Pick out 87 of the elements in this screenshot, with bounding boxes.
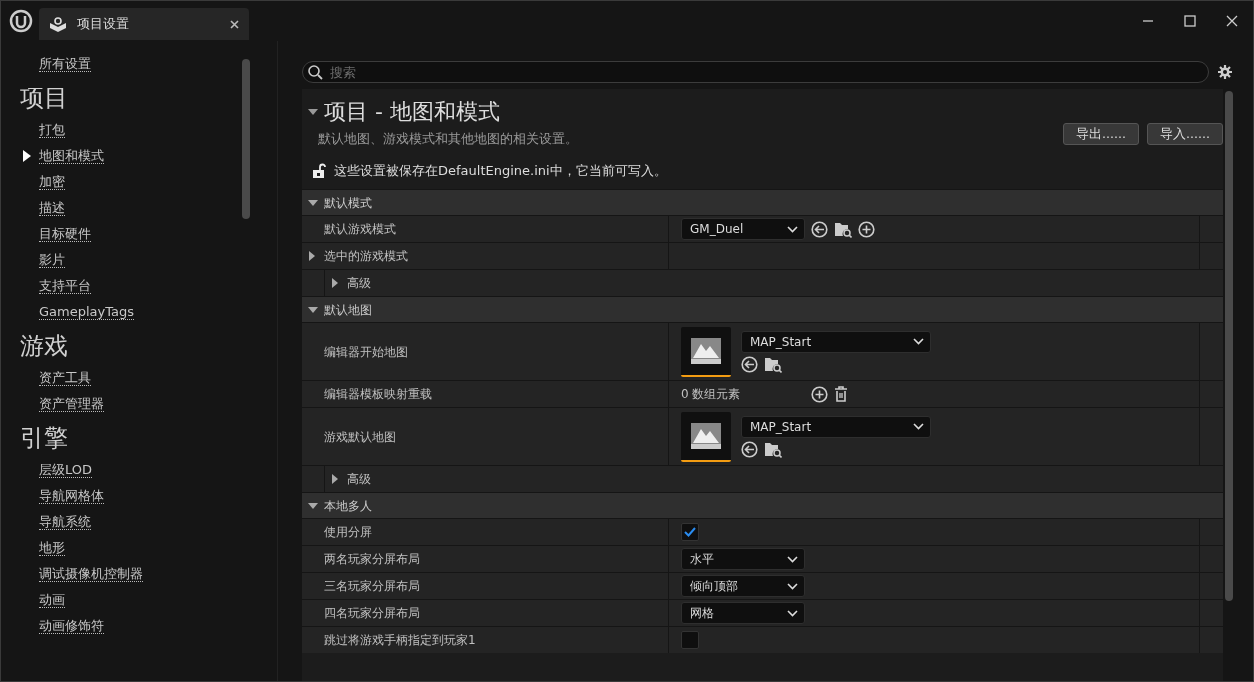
sidebar-link[interactable]: 支持平台: [39, 278, 91, 294]
checkmark-icon: [684, 527, 696, 537]
expand-arrow-icon[interactable]: [308, 198, 318, 207]
expand-arrow-icon[interactable]: [308, 305, 318, 314]
expand-arrow-icon[interactable]: [331, 474, 339, 484]
mountain-icon: [691, 337, 721, 364]
section-title: 默认地图: [324, 301, 372, 319]
sidebar-link[interactable]: 资产管理器: [39, 396, 104, 412]
property-label: 两名玩家分屏布局: [324, 551, 420, 568]
page-title: 项目 - 地图和模式: [324, 98, 500, 126]
scrollbar-thumb[interactable]: [242, 59, 250, 219]
settings-tab[interactable]: 项目设置: [39, 8, 249, 40]
section-header[interactable]: 本地多人: [302, 492, 1223, 518]
array-count: 0 数组元素: [681, 386, 742, 403]
section-title: 默认模式: [324, 194, 372, 212]
tab-title: 项目设置: [77, 15, 130, 34]
expand-arrow-icon[interactable]: [308, 251, 316, 261]
sidebar-link[interactable]: GameplayTags: [39, 304, 134, 320]
sidebar-link[interactable]: 加密: [39, 174, 65, 190]
checkbox[interactable]: [681, 523, 699, 541]
category-heading: 引擎: [19, 423, 69, 454]
expand-arrow-icon[interactable]: [331, 278, 339, 288]
category-heading: 游戏: [19, 331, 69, 362]
sidebar-link[interactable]: 地图和模式: [39, 148, 104, 164]
property-label: 游戏默认地图: [324, 428, 396, 446]
sidebar-link[interactable]: 动画修饰符: [39, 618, 104, 634]
sidebar-link[interactable]: 层级LOD: [39, 462, 93, 478]
property-label: 编辑器模板映射重载: [324, 386, 432, 403]
browse-folder-icon[interactable]: [764, 440, 782, 458]
maximize-icon: [1184, 15, 1196, 27]
property-label: 默认游戏模式: [324, 221, 396, 238]
class-dropdown[interactable]: GM_Duel: [681, 218, 805, 240]
close-icon[interactable]: [230, 19, 239, 29]
dropdown[interactable]: 水平: [681, 548, 805, 570]
dropdown[interactable]: 网格: [681, 602, 805, 624]
scrollbar-thumb[interactable]: [1225, 91, 1233, 601]
property-label: 编辑器开始地图: [324, 343, 408, 361]
mountain-icon: [691, 422, 721, 449]
add-icon[interactable]: [858, 220, 875, 238]
category-heading: 项目: [19, 83, 69, 114]
page-description: 默认地图、游戏模式和其他地图的相关设置。: [318, 130, 578, 148]
property-label: 选中的游戏模式: [324, 248, 408, 265]
browse-folder-icon[interactable]: [834, 220, 852, 238]
add-icon[interactable]: [811, 385, 828, 403]
caret-icon: [787, 582, 798, 590]
browse-folder-icon[interactable]: [764, 355, 782, 373]
logo-icon: [9, 9, 33, 33]
sidebar-link[interactable]: 描述: [39, 200, 65, 216]
caret-icon: [913, 423, 924, 430]
unlocked-padlock-icon: [312, 162, 326, 179]
sidebar-link[interactable]: 地形: [39, 540, 65, 556]
property-label: 四名玩家分屏布局: [324, 605, 420, 622]
caret-icon: [787, 609, 798, 617]
sidebar-link[interactable]: 所有设置: [39, 56, 91, 72]
expand-arrow-icon[interactable]: [308, 501, 318, 510]
settings-icon[interactable]: [1217, 64, 1233, 80]
section-title: 本地多人: [324, 497, 372, 515]
sidebar-link[interactable]: 动画: [39, 592, 65, 608]
property-label: 高级: [347, 471, 371, 488]
sidebar-link[interactable]: 导航系统: [39, 514, 91, 530]
property-label: 高级: [347, 275, 371, 292]
sidebar-link[interactable]: 资产工具: [39, 370, 91, 386]
asset-dropdown[interactable]: MAP_Start: [741, 330, 931, 353]
caret-icon: [913, 338, 924, 345]
property-label: 跳过将游戏手柄指定到玩家1: [324, 632, 476, 649]
checkbox[interactable]: [681, 631, 699, 649]
caret-icon: [787, 555, 798, 563]
sidebar-link[interactable]: 目标硬件: [39, 226, 91, 242]
section-header[interactable]: 默认模式: [302, 189, 1223, 215]
caret-icon: [787, 225, 798, 233]
sidebar-link[interactable]: 导航网格体: [39, 488, 104, 504]
sidebar-link[interactable]: 调试摄像机控制器: [39, 566, 143, 582]
search-field[interactable]: 搜索: [302, 61, 1209, 83]
asset-dropdown[interactable]: MAP_Start: [741, 415, 931, 438]
export-button[interactable]: 导出......: [1063, 123, 1139, 145]
sidebar-link[interactable]: 影片: [39, 252, 65, 268]
config-notice: 这些设置被保存在DefaultEngine.ini中，它当前可写入。: [334, 161, 667, 180]
settings-cube-icon: [49, 16, 67, 32]
section-header[interactable]: 默认地图: [302, 296, 1223, 322]
collapse-arrow-icon[interactable]: [308, 107, 318, 116]
import-button[interactable]: 导入......: [1147, 123, 1223, 145]
dropdown[interactable]: 倾向顶部: [681, 575, 805, 597]
property-label: 三名玩家分屏布局: [324, 578, 420, 595]
trash-icon[interactable]: [834, 386, 848, 402]
sidebar-link[interactable]: 打包: [39, 122, 65, 138]
property-label: 使用分屏: [324, 524, 372, 541]
close-icon: [1226, 15, 1238, 27]
